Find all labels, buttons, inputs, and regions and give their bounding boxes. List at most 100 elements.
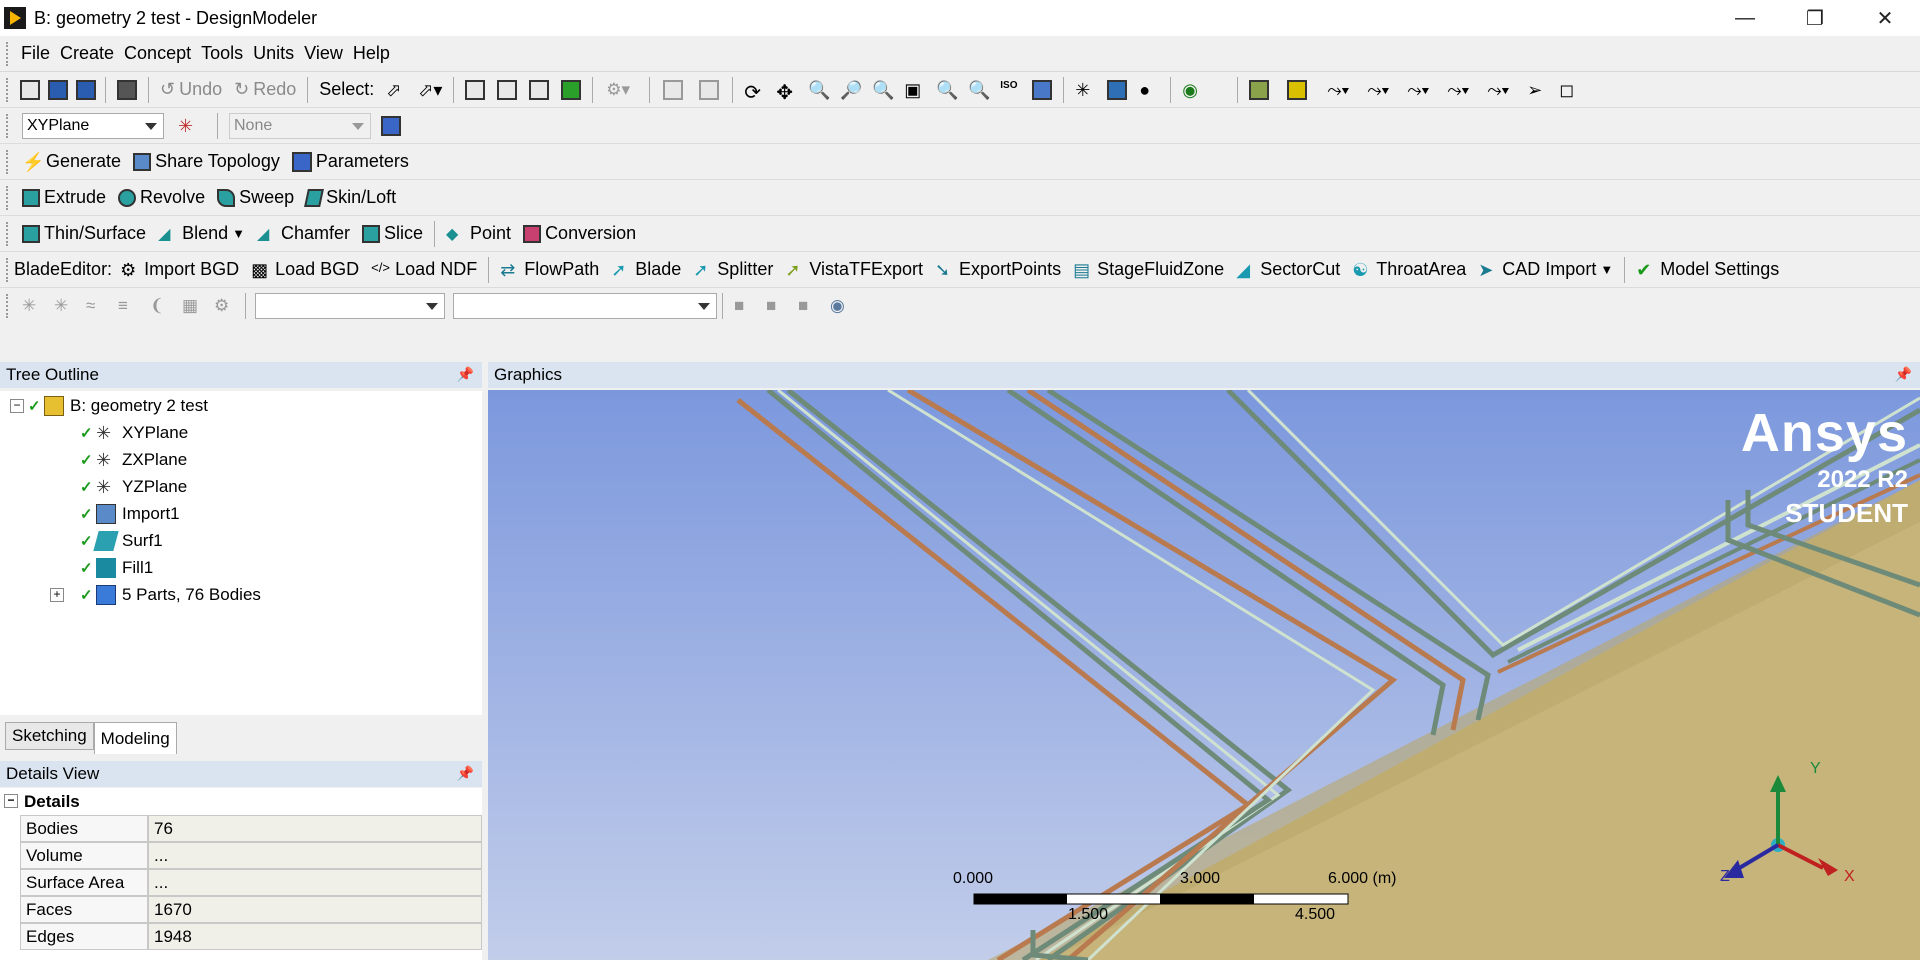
stagefluid-button[interactable]: ▤ StageFluidZone [1067, 255, 1230, 285]
menu-concept[interactable]: Concept [119, 43, 196, 64]
zoom-fit-icon[interactable]: ▣ [904, 80, 924, 100]
tree-item-yzplane[interactable]: ✓ ✳ YZPlane [80, 474, 187, 500]
dim-tool-1-icon[interactable]: ✳ [22, 296, 42, 316]
undo-button[interactable]: ↺ Undo [154, 75, 228, 105]
save-icon[interactable] [48, 79, 68, 100]
select-vertex-icon[interactable] [465, 79, 486, 100]
parameters-button[interactable]: Parameters [286, 147, 415, 177]
display-mode-icon[interactable] [1107, 79, 1128, 100]
iso-view-icon[interactable]: ISO [1000, 80, 1020, 100]
new-plane-icon[interactable]: ✳ [178, 116, 198, 136]
select-face-icon[interactable] [529, 79, 550, 100]
details-row[interactable]: Volume... [0, 842, 482, 869]
tab-modeling[interactable]: Modeling [93, 722, 177, 754]
load-bgd-button[interactable]: ▩ Load BGD [245, 255, 365, 285]
zoom-all-icon[interactable]: 🔍 [936, 80, 958, 100]
blade-button[interactable]: ➚ Blade [605, 255, 687, 285]
cad-import-button[interactable]: ➤ CAD Import ▼ [1472, 255, 1619, 285]
thin-surface-button[interactable]: Thin/Surface [16, 219, 152, 249]
throatarea-button[interactable]: ☯ ThroatArea [1346, 255, 1472, 285]
tree-item-zxplane[interactable]: ✓ ✳ ZXPlane [80, 447, 187, 473]
tree-item-fill1[interactable]: ✓ Fill1 [80, 555, 153, 581]
dim-tool-2-icon[interactable]: ✳ [54, 296, 74, 316]
select-cursor-icon[interactable]: ⬀ [386, 80, 406, 100]
pin-icon[interactable]: 📌 [457, 765, 474, 782]
select-mode-icon[interactable]: ⬀▾ [418, 80, 442, 100]
dim-tool-3-icon[interactable]: ≈ [86, 296, 106, 316]
close-button[interactable]: ✕ [1850, 0, 1920, 36]
skin-loft-button[interactable]: Skin/Loft [300, 183, 402, 213]
share-topology-button[interactable]: Share Topology [127, 147, 286, 177]
dim-tool-7-icon[interactable]: ⚙ [214, 296, 234, 316]
dim-tool-8-icon[interactable]: ■ [734, 296, 754, 316]
tree-item-import1[interactable]: ✓ Import1 [80, 501, 180, 527]
pan-icon[interactable]: ✥ [776, 80, 796, 104]
flowpath-button[interactable]: ⇄ FlowPath [494, 255, 605, 285]
details-row[interactable]: Edges 1948 [0, 923, 482, 950]
blend-button[interactable]: ◢ Blend ▼ [152, 219, 251, 249]
zoom-box-icon[interactable]: 🔎 [840, 80, 862, 100]
frame-icon[interactable] [1287, 79, 1308, 100]
dim-tool-6-icon[interactable]: ▦ [182, 296, 202, 316]
exportpoints-button[interactable]: ➘ ExportPoints [929, 255, 1067, 285]
menu-create[interactable]: Create [55, 43, 119, 64]
restore-button[interactable]: ❐ [1780, 0, 1850, 36]
view-orient-icon[interactable] [1032, 79, 1053, 100]
details-row[interactable]: Surface Area... [0, 869, 482, 896]
rotate-icon[interactable]: ⟳ [744, 80, 764, 104]
zoom-out-icon[interactable]: 🔍 [968, 80, 990, 100]
selection-clear-icon[interactable] [699, 79, 720, 100]
dim-tool-10-icon[interactable]: ■ [798, 296, 818, 316]
menu-file[interactable]: File [16, 43, 55, 64]
screenshot-icon[interactable] [117, 79, 137, 100]
edge-dir-2-icon[interactable]: ⤳▾ [1407, 80, 1429, 100]
active-plane-select[interactable]: XYPlane [22, 112, 164, 139]
graphics-viewport[interactable]: Ansys 2022 R2 STUDENT 0.000 3.000 6.000 … [488, 390, 1920, 960]
dim-tool-11-icon[interactable]: ◉ [830, 296, 850, 316]
menu-view[interactable]: View [299, 43, 348, 64]
edge-join-icon[interactable]: ⤳▾ [1327, 80, 1349, 100]
tab-sketching[interactable]: Sketching [5, 722, 94, 750]
filter-select-2[interactable] [453, 293, 717, 319]
menu-units[interactable]: Units [248, 43, 299, 64]
filter-select-1[interactable] [255, 293, 445, 319]
dim-tool-9-icon[interactable]: ■ [766, 296, 786, 316]
pin-icon[interactable]: ➢ [1527, 80, 1547, 100]
extrude-button[interactable]: Extrude [16, 183, 112, 213]
edge-dir-3-icon[interactable]: ⤳▾ [1447, 80, 1469, 100]
layout-icon[interactable] [1249, 79, 1270, 100]
active-sketch-select[interactable]: None [229, 112, 371, 139]
load-ndf-button[interactable]: </> Load NDF [365, 255, 483, 285]
collapse-icon[interactable]: − [4, 794, 18, 808]
pin-icon[interactable]: 📌 [457, 366, 474, 383]
triad-icon[interactable]: ✳ [1075, 80, 1095, 100]
edge-dir-x-icon[interactable]: ⤳▾ [1487, 80, 1509, 100]
new-icon[interactable] [20, 79, 40, 100]
conversion-button[interactable]: Conversion [517, 219, 642, 249]
model-settings-button[interactable]: ✔ Model Settings [1630, 255, 1785, 285]
collapse-icon[interactable]: − [10, 399, 24, 413]
select-body-icon[interactable] [561, 79, 582, 100]
edge-dir-1-icon[interactable]: ⤳▾ [1367, 80, 1389, 100]
vistatf-button[interactable]: ➚ VistaTFExport [779, 255, 929, 285]
save-as-icon[interactable] [76, 79, 96, 100]
tree-item-xyplane[interactable]: ✓ ✳ XYPlane [80, 420, 188, 446]
revolve-button[interactable]: Revolve [112, 183, 211, 213]
sectorcut-button[interactable]: ◢ SectorCut [1230, 255, 1346, 285]
menu-tools[interactable]: Tools [196, 43, 248, 64]
tree-item-surf1[interactable]: ✓ Surf1 [80, 528, 163, 554]
display-point-icon[interactable]: ● [1139, 80, 1159, 100]
expand-icon[interactable]: + [50, 588, 64, 602]
dim-tool-5-icon[interactable]: ❨ [150, 296, 170, 316]
menu-help[interactable]: Help [348, 43, 395, 64]
dim-tool-4-icon[interactable]: ≡ [118, 296, 138, 316]
tree-item-parts[interactable]: + ✓ 5 Parts, 76 Bodies [50, 582, 261, 608]
slice-button[interactable]: Slice [356, 219, 429, 249]
point-snap-icon[interactable]: ◻ [1559, 80, 1579, 100]
pin-icon[interactable]: 📌 [1895, 366, 1912, 383]
details-row[interactable]: Bodies 76 [0, 815, 482, 842]
details-row[interactable]: Faces 1670 [0, 896, 482, 923]
zoom-in-icon[interactable]: 🔍 [872, 80, 894, 100]
sweep-button[interactable]: Sweep [211, 183, 300, 213]
import-bgd-button[interactable]: ⚙ Import BGD [114, 255, 245, 285]
